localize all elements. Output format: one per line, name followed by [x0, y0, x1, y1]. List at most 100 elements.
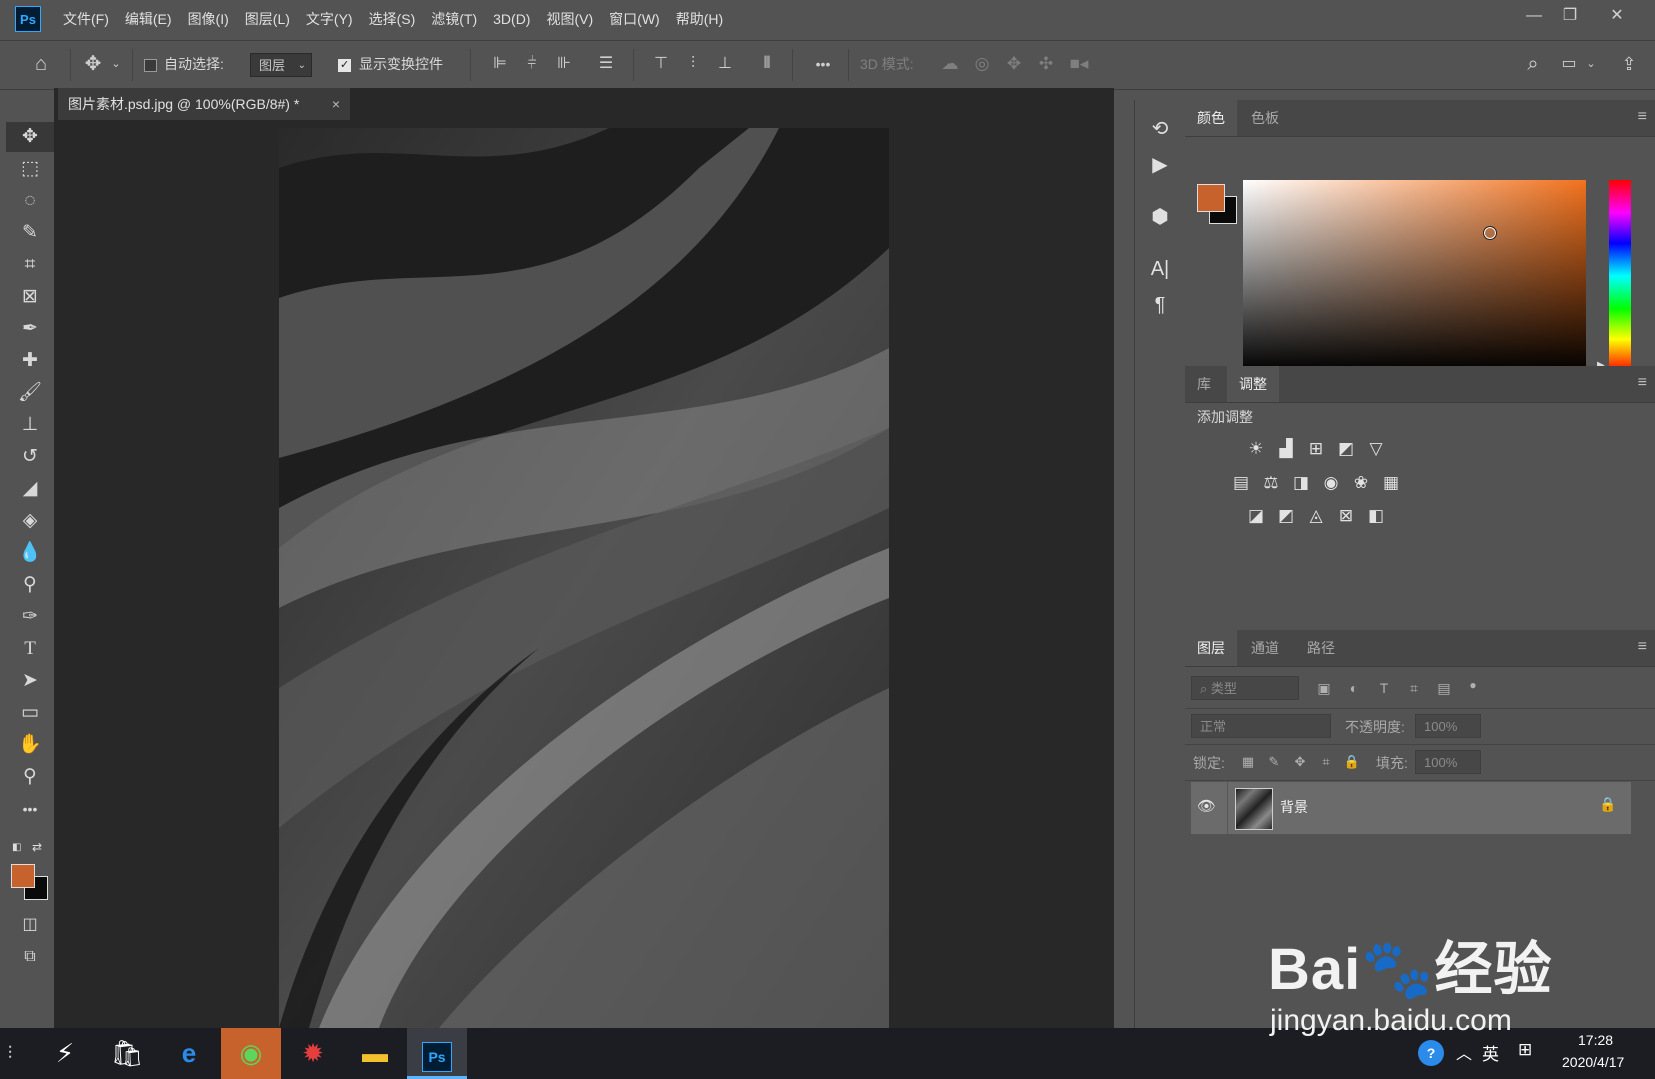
align-top-icon[interactable]: ⊤	[648, 51, 674, 77]
chevron-down-icon[interactable]: ⌄	[108, 51, 124, 77]
close-tab-icon[interactable]: ×	[332, 88, 340, 120]
menu-type[interactable]: 文字(Y)	[298, 0, 361, 38]
frame-tool-icon[interactable]: ⊠	[6, 282, 54, 312]
chevron-up-icon[interactable]: ︿	[1456, 1040, 1472, 1064]
3d-orbit-icon[interactable]: ☁	[936, 51, 964, 77]
dodge-tool-icon[interactable]: ⚲	[6, 570, 54, 600]
app-red-icon[interactable]: ✹	[283, 1028, 343, 1079]
edit-toolbar-icon[interactable]: •••	[6, 794, 54, 824]
layer-filter-dropdown[interactable]: ⌕ 类型	[1191, 676, 1299, 700]
align-bottom-icon[interactable]: ⊥	[712, 51, 738, 77]
character-icon[interactable]: A|	[1135, 252, 1185, 286]
filter-smart-object-icon[interactable]: ▤	[1431, 675, 1457, 701]
quick-selection-tool-icon[interactable]: ✎	[6, 218, 54, 248]
history-icon[interactable]: ⟲	[1135, 112, 1185, 146]
workspace-icon[interactable]: ▭	[1554, 51, 1584, 77]
paint-bucket-tool-icon[interactable]: ◈	[6, 506, 54, 536]
document-scrollbar[interactable]	[1114, 120, 1134, 1028]
invert-icon[interactable]: ◪	[1243, 503, 1269, 529]
3d-camera-icon[interactable]: ■◂	[1064, 51, 1094, 77]
filter-pixel-icon[interactable]: ▣	[1311, 675, 1337, 701]
history-brush-tool-icon[interactable]: ↺	[6, 442, 54, 472]
brightness-icon[interactable]: ☀	[1243, 436, 1269, 462]
channel-mixer-icon[interactable]: ❀	[1348, 470, 1374, 496]
selective-color-icon[interactable]: ⊠	[1333, 503, 1359, 529]
color-picker-field[interactable]	[1243, 180, 1586, 372]
panel-menu-icon[interactable]: ≡	[1638, 374, 1647, 392]
menu-edit[interactable]: 编辑(E)	[117, 0, 180, 38]
ime-indicator[interactable]: 英	[1482, 1040, 1499, 1065]
rectangle-tool-icon[interactable]: ▭	[6, 698, 54, 728]
menu-image[interactable]: 图像(I)	[180, 0, 237, 38]
clock-time[interactable]: 17:28	[1578, 1032, 1613, 1048]
file-explorer-icon[interactable]: ▬	[345, 1028, 405, 1079]
3d-slide-icon[interactable]: ✣	[1032, 51, 1060, 77]
maximize-button[interactable]: ❐	[1553, 4, 1587, 28]
auto-select-target-dropdown[interactable]: 图层 ⌄	[250, 53, 312, 77]
align-center-icon[interactable]: ⫩	[519, 51, 545, 77]
curves-icon[interactable]: ⊞	[1303, 436, 1329, 462]
lock-transparent-icon[interactable]: ▦	[1235, 749, 1261, 775]
tab-libraries[interactable]: 库	[1185, 366, 1223, 402]
quick-mask-icon[interactable]: ◫	[6, 910, 54, 940]
black-white-icon[interactable]: ◨	[1288, 470, 1314, 496]
tab-channels[interactable]: 通道	[1239, 630, 1291, 666]
blend-mode-dropdown[interactable]: 正常	[1191, 714, 1331, 738]
panel-menu-icon[interactable]: ≡	[1638, 108, 1647, 126]
posterize-icon[interactable]: ◩	[1273, 503, 1299, 529]
eraser-tool-icon[interactable]: ◢	[6, 474, 54, 504]
move-tool-icon[interactable]: ✥	[6, 122, 54, 152]
blur-tool-icon[interactable]: 💧	[6, 538, 54, 568]
hue-slider[interactable]	[1609, 180, 1631, 372]
pen-tool-icon[interactable]: ✑	[6, 602, 54, 632]
hand-tool-icon[interactable]: ✋	[6, 730, 54, 760]
tab-color[interactable]: 颜色	[1185, 100, 1237, 136]
auto-select-checkbox[interactable]	[144, 59, 157, 72]
filter-toggle-icon[interactable]: ●	[1460, 672, 1486, 698]
swap-colors-icon[interactable]: ⇄	[32, 840, 44, 854]
move-tool-icon[interactable]: ✥	[78, 51, 108, 77]
lock-all-icon[interactable]: 🔒	[1339, 749, 1365, 775]
clock-date[interactable]: 2020/4/17	[1562, 1054, 1624, 1070]
screen-mode-icon[interactable]: ⧉	[6, 942, 54, 972]
3d-roll-icon[interactable]: ◎	[968, 51, 996, 77]
default-colors-icon[interactable]: ◧	[12, 842, 24, 854]
chevron-down-icon[interactable]: ⌄	[1584, 51, 1598, 77]
align-right-icon[interactable]: ⊪	[551, 51, 577, 77]
visibility-eye-icon[interactable]: 👁	[1197, 797, 1216, 815]
zoom-tool-icon[interactable]: ⚲	[6, 762, 54, 792]
show-transform-checkbox[interactable]	[338, 58, 351, 72]
lock-pixels-icon[interactable]: ✎	[1261, 749, 1287, 775]
eyedropper-tool-icon[interactable]: ✒	[6, 314, 54, 344]
type-tool-icon[interactable]: T	[6, 634, 54, 664]
hue-saturation-icon[interactable]: ▤	[1228, 470, 1254, 496]
actions-play-icon[interactable]: ▶	[1135, 148, 1185, 182]
color-lookup-icon[interactable]: ▦	[1378, 470, 1404, 496]
brush-tool-icon[interactable]: 🖌	[6, 378, 54, 408]
foreground-color-swatch[interactable]	[11, 864, 35, 888]
menu-file[interactable]: 文件(F)	[55, 0, 117, 38]
distribute-horizontal-icon[interactable]: ⦀	[754, 51, 780, 77]
align-left-icon[interactable]: ⊫	[487, 51, 513, 77]
filter-shape-icon[interactable]: ⌗	[1401, 675, 1427, 701]
levels-icon[interactable]: ▟	[1273, 436, 1299, 462]
panel-menu-icon[interactable]: ≡	[1638, 638, 1647, 656]
more-options-icon[interactable]: •••	[806, 51, 840, 77]
healing-brush-tool-icon[interactable]: ✚	[6, 346, 54, 376]
minimize-button[interactable]: —	[1517, 4, 1551, 28]
threshold-icon[interactable]: ◬	[1303, 503, 1329, 529]
opacity-field[interactable]: 100%	[1415, 714, 1481, 738]
help-icon[interactable]: ?	[1418, 1040, 1444, 1066]
menu-3d[interactable]: 3D(D)	[485, 0, 538, 38]
home-icon[interactable]: ⌂	[26, 51, 56, 77]
align-middle-icon[interactable]: ⫶	[680, 51, 706, 77]
microsoft-store-icon[interactable]: 🛍	[97, 1028, 157, 1079]
menu-layer[interactable]: 图层(L)	[237, 0, 298, 38]
exposure-icon[interactable]: ◩	[1333, 436, 1359, 462]
lock-artboard-icon[interactable]: ⌗	[1313, 749, 1339, 775]
clone-stamp-tool-icon[interactable]: ⊥	[6, 410, 54, 440]
path-selection-tool-icon[interactable]: ➤	[6, 666, 54, 696]
foreground-color-swatch[interactable]	[1197, 184, 1225, 212]
tab-adjustments[interactable]: 调整	[1227, 366, 1279, 402]
task-view-icon[interactable]: ⫶	[0, 1028, 20, 1079]
